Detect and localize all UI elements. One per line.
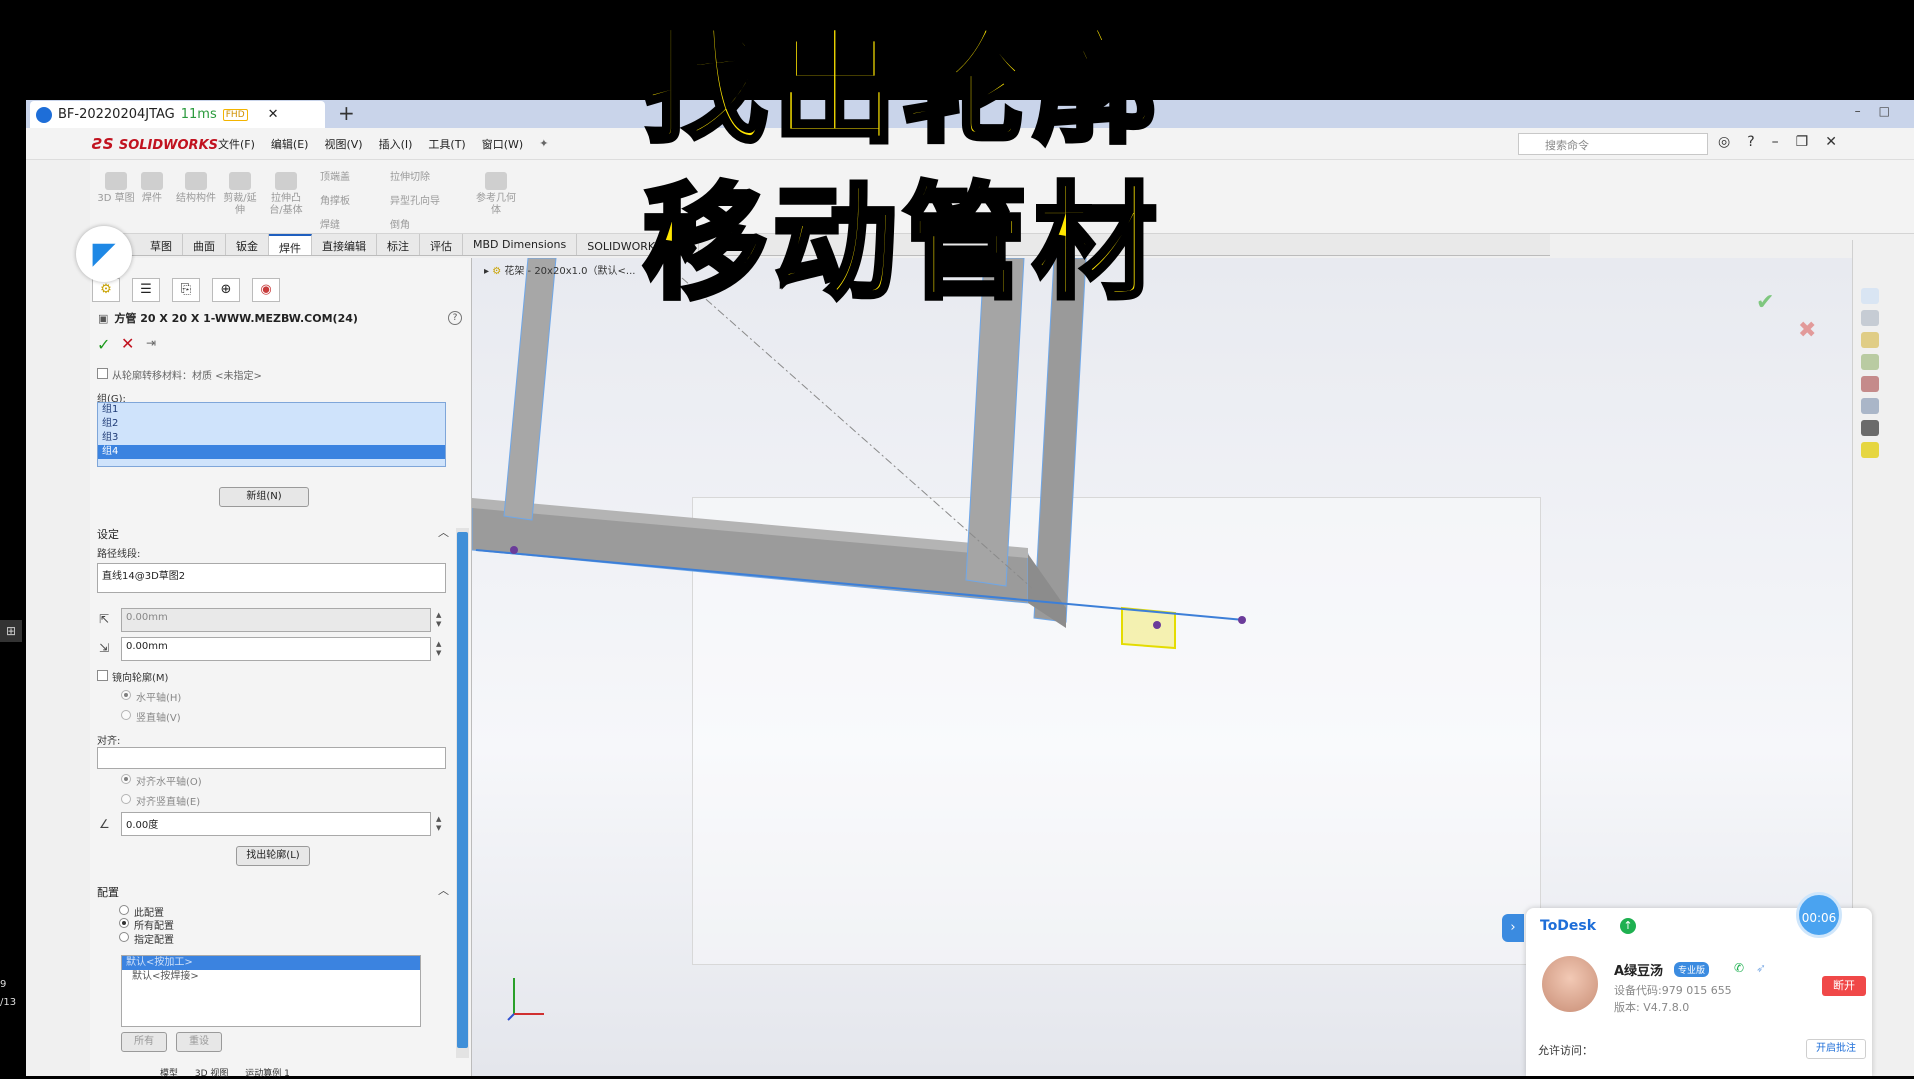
disconnect-button[interactable]: 断开 <box>1822 976 1866 996</box>
structural-member-icon: ▣ <box>98 312 109 325</box>
collapse-config-icon[interactable]: ︿ <box>438 882 449 898</box>
ok-button[interactable]: ✓ <box>97 335 110 354</box>
open-annotation-button[interactable]: 开启批注 <box>1806 1039 1866 1059</box>
reset-button[interactable]: 重设 <box>176 1032 222 1052</box>
cancel-button[interactable]: ✕ <box>121 334 134 353</box>
file-explorer-icon[interactable] <box>1861 332 1879 348</box>
align-field[interactable] <box>97 747 446 769</box>
phone-icon[interactable]: ✆ <box>1734 961 1744 975</box>
align-vertical-radio[interactable] <box>121 794 131 804</box>
transfer-material-label: 从轮廓转移材料：材质 <未指定> <box>112 371 262 382</box>
path-segments-label: 路径线段: <box>97 549 141 560</box>
tab-3d-views[interactable]: 3D 视图 <box>195 1069 229 1079</box>
appearances-icon[interactable] <box>1861 376 1879 392</box>
session-timer: 00:06 <box>1796 892 1842 938</box>
vertical-axis-radio[interactable] <box>121 710 131 720</box>
learning-icon[interactable] <box>1861 420 1879 436</box>
offset-y-spinner[interactable]: ▲ ▼ <box>436 640 441 658</box>
model-tabs: 模型 3D 视图 运动算例 1 <box>90 1066 390 1079</box>
mirror-profile-label: 镜向轮廓(M) <box>112 673 169 684</box>
offset-x-icon: ⇱ <box>99 612 110 626</box>
group-item[interactable]: 组3 <box>98 431 445 445</box>
groups-list[interactable]: 组1 组2 组3 组4 <box>97 402 446 467</box>
remote-user-name: A绿豆汤 <box>1614 964 1664 979</box>
version: 版本: V4.7.8.0 <box>1614 1001 1690 1014</box>
upgrade-icon[interactable]: ↑ <box>1620 918 1636 934</box>
rotation-angle-field[interactable]: 0.00度 <box>121 812 431 836</box>
selected-profile[interactable] <box>1121 606 1176 650</box>
overlay-caption-line1: 找出轮廓 <box>640 16 1163 160</box>
sketch-point[interactable] <box>1153 621 1161 629</box>
bottom-tube[interactable] <box>472 502 1029 604</box>
align-label: 对齐: <box>97 736 121 747</box>
collapse-settings-icon[interactable]: ︿ <box>438 524 449 540</box>
allow-access-label: 允许访问： <box>1538 1044 1593 1057</box>
custom-properties-icon[interactable] <box>1861 398 1879 414</box>
configuration-section-title: 配置 <box>97 886 119 899</box>
view-palette-icon[interactable] <box>1861 354 1879 370</box>
pm-title: ▣ 方管 20 X 20 X 1-WWW.MEZBW.COM(24) <box>98 312 358 325</box>
device-code: 设备代码:979 015 655 <box>1614 984 1732 997</box>
keep-visible-button[interactable]: ⇥ <box>146 336 156 350</box>
offset-x-spinner[interactable]: ▲ ▼ <box>436 611 441 629</box>
help-icon[interactable]: ? <box>448 311 462 325</box>
extruded-cut-button[interactable]: 拉伸切除 <box>390 168 430 183</box>
align-horizontal-label: 对齐水平轴(O) <box>136 777 202 788</box>
tab-motion-study[interactable]: 运动算例 1 <box>245 1069 290 1079</box>
todesk-expand-button[interactable]: › <box>1502 914 1524 942</box>
pointer-icon[interactable]: ➶ <box>1756 961 1766 975</box>
tab-model[interactable]: 模型 <box>160 1069 178 1079</box>
horizontal-axis-radio[interactable] <box>121 690 131 700</box>
frame-model[interactable] <box>472 258 1272 728</box>
config-item[interactable]: 默认<按焊接> <box>122 970 420 984</box>
align-horizontal-radio[interactable] <box>121 774 131 784</box>
specified-configs-radio[interactable] <box>119 932 129 942</box>
all-configs-label: 所有配置 <box>134 921 174 932</box>
angle-icon: ∠ <box>99 817 110 831</box>
end-cap-button[interactable]: 顶端盖 <box>320 168 350 183</box>
home-icon[interactable] <box>1861 288 1879 304</box>
triad-axes-icon <box>507 978 544 1021</box>
offset-x-field[interactable]: 0.00mm <box>121 608 431 632</box>
confirm-corner-cancel-icon[interactable]: ✖ <box>1798 318 1816 343</box>
this-config-radio[interactable] <box>119 905 129 915</box>
path-segments-field[interactable]: 直线14@3D草图2 <box>97 563 446 593</box>
transfer-material-checkbox[interactable] <box>97 368 108 379</box>
locate-profile-button[interactable]: 找出轮廓(L) <box>236 846 310 866</box>
offset-y-field[interactable]: 0.00mm <box>121 637 431 661</box>
sketch-point[interactable] <box>1238 616 1246 624</box>
avatar <box>1542 956 1598 1012</box>
design-library-icon[interactable] <box>1861 310 1879 326</box>
align-vertical-label: 对齐竖直轴(E) <box>136 797 201 808</box>
configuration-list[interactable]: 默认<按加工> 默认<按焊接> <box>121 955 421 1027</box>
todesk-logo: ToDesk <box>1540 918 1597 934</box>
mirror-profile-checkbox[interactable] <box>97 670 108 681</box>
group-item-selected[interactable]: 组4 <box>98 445 445 459</box>
sketch-point[interactable] <box>510 546 518 554</box>
panel-scrollbar-thumb[interactable] <box>457 532 468 1048</box>
page-counter: 9/13 <box>0 979 17 1008</box>
settings-section-title: 设定 <box>97 528 119 541</box>
overlay-caption-line2: 移动管材 <box>640 172 1163 316</box>
group-item[interactable]: 组1 <box>98 403 445 417</box>
vertical-axis-label: 竖直轴(V) <box>136 713 181 724</box>
specified-configs-label: 指定配置 <box>134 935 174 946</box>
horizontal-axis-label: 水平轴(H) <box>136 693 182 704</box>
group-item[interactable]: 组2 <box>98 417 445 431</box>
all-configs-radio[interactable] <box>119 918 129 928</box>
new-group-button[interactable]: 新组(N) <box>219 487 309 507</box>
remote-window-controls[interactable]: –□ <box>1855 104 1908 118</box>
solidworks-resources-icon[interactable] <box>1861 442 1879 458</box>
rotation-angle-spinner[interactable]: ▲ ▼ <box>436 815 441 833</box>
pro-badge: 专业版 <box>1674 962 1710 977</box>
all-button[interactable]: 所有 <box>121 1032 167 1052</box>
grid-icon[interactable]: ⊞ <box>0 620 22 642</box>
config-item-selected[interactable]: 默认<按加工> <box>122 956 420 970</box>
offset-y-icon: ⇲ <box>99 641 110 655</box>
